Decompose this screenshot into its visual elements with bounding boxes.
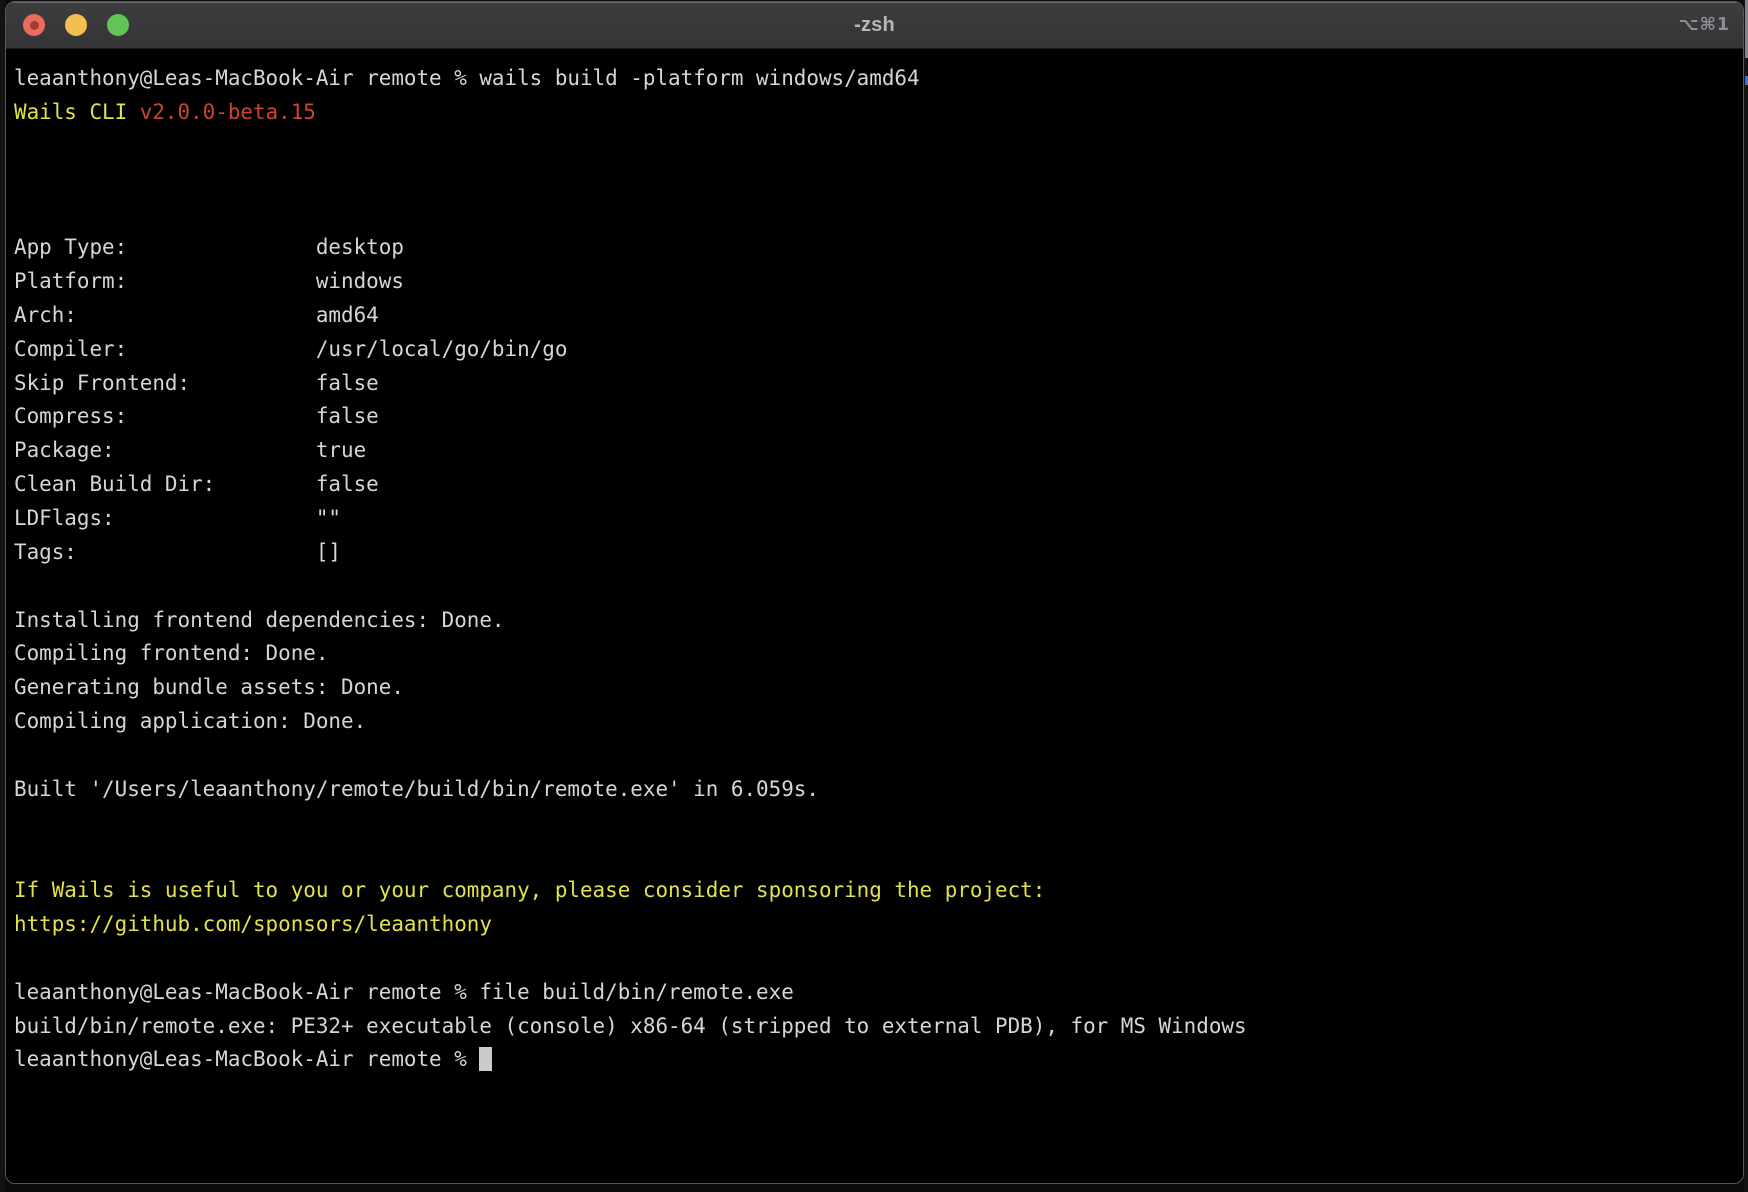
terminal-cursor [479, 1047, 492, 1071]
terminal-line: App Type: desktop [14, 231, 1735, 265]
terminal-line [14, 570, 1735, 604]
terminal-line: leaanthony@Leas-MacBook-Air remote % wai… [14, 62, 1735, 96]
terminal-line: Compiling frontend: Done. [14, 637, 1735, 671]
terminal-line [14, 164, 1735, 198]
terminal-text: https://github.com/sponsors/leaanthony [14, 912, 492, 936]
terminal-line [14, 840, 1735, 874]
terminal-line: Compiling application: Done. [14, 705, 1735, 739]
terminal-text: Built '/Users/leaanthony/remote/build/bi… [14, 777, 819, 801]
terminal-line: Compress: false [14, 400, 1735, 434]
titlebar[interactable]: -zsh ⌥⌘1 [6, 2, 1743, 49]
terminal-line: leaanthony@Leas-MacBook-Air remote % [14, 1043, 1735, 1077]
terminal-line: Skip Frontend: false [14, 367, 1735, 401]
terminal-window: -zsh ⌥⌘1 leaanthony@Leas-MacBook-Air rem… [5, 1, 1744, 1184]
terminal-text: If Wails is useful to you or your compan… [14, 878, 1045, 902]
terminal-line: Platform: windows [14, 265, 1735, 299]
minimize-button[interactable] [65, 14, 87, 36]
terminal-line [14, 942, 1735, 976]
terminal-line: Compiler: /usr/local/go/bin/go [14, 333, 1735, 367]
terminal-text: Platform: windows [14, 269, 404, 293]
terminal-line: Installing frontend dependencies: Done. [14, 604, 1735, 638]
terminal-text: Arch: amd64 [14, 303, 379, 327]
background-window-sliver-right [1744, 0, 1748, 1192]
terminal-text: Wails CLI [14, 100, 140, 124]
terminal-text: build/bin/remote.exe: PE32+ executable (… [14, 1014, 1247, 1038]
terminal-line: Tags: [] [14, 536, 1735, 570]
terminal-line [14, 739, 1735, 773]
terminal-text: leaanthony@Leas-MacBook-Air remote % [14, 1047, 479, 1071]
terminal-text: Skip Frontend: false [14, 371, 379, 395]
terminal-text: Installing frontend dependencies: Done. [14, 608, 505, 632]
traffic-lights [23, 2, 129, 48]
terminal-text: Generating bundle assets: Done. [14, 675, 404, 699]
tab-shortcut-label: ⌥⌘1 [1678, 2, 1730, 48]
close-dot-icon [30, 21, 39, 30]
terminal-line: If Wails is useful to you or your compan… [14, 874, 1735, 908]
terminal-screen[interactable]: leaanthony@Leas-MacBook-Air remote % wai… [6, 49, 1743, 1077]
terminal-line: Clean Build Dir: false [14, 468, 1735, 502]
terminal-line: Wails CLI v2.0.0-beta.15 [14, 96, 1735, 130]
terminal-line: Package: true [14, 434, 1735, 468]
terminal-text: v2.0.0-beta.15 [140, 100, 316, 124]
terminal-line [14, 197, 1735, 231]
terminal-line [14, 130, 1735, 164]
terminal-text: Tags: [] [14, 540, 341, 564]
close-button[interactable] [23, 14, 45, 36]
terminal-line: LDFlags: "" [14, 502, 1735, 536]
terminal-line: Generating bundle assets: Done. [14, 671, 1735, 705]
terminal-text: Compiling frontend: Done. [14, 641, 328, 665]
terminal-line: leaanthony@Leas-MacBook-Air remote % fil… [14, 976, 1735, 1010]
terminal-line: Arch: amd64 [14, 299, 1735, 333]
terminal-line [14, 807, 1735, 841]
terminal-line: Built '/Users/leaanthony/remote/build/bi… [14, 773, 1735, 807]
terminal-text: Compress: false [14, 404, 379, 428]
terminal-text: Package: true [14, 438, 366, 462]
terminal-text: Compiling application: Done. [14, 709, 366, 733]
terminal-line: build/bin/remote.exe: PE32+ executable (… [14, 1010, 1735, 1044]
terminal-text: LDFlags: "" [14, 506, 341, 530]
terminal-text: Clean Build Dir: false [14, 472, 379, 496]
terminal-text: App Type: desktop [14, 235, 404, 259]
terminal-text: Compiler: /usr/local/go/bin/go [14, 337, 567, 361]
terminal-text: leaanthony@Leas-MacBook-Air remote % wai… [14, 66, 920, 90]
zoom-button[interactable] [107, 14, 129, 36]
terminal-line: https://github.com/sponsors/leaanthony [14, 908, 1735, 942]
window-title: -zsh [854, 14, 895, 37]
terminal-text: leaanthony@Leas-MacBook-Air remote % fil… [14, 980, 794, 1004]
